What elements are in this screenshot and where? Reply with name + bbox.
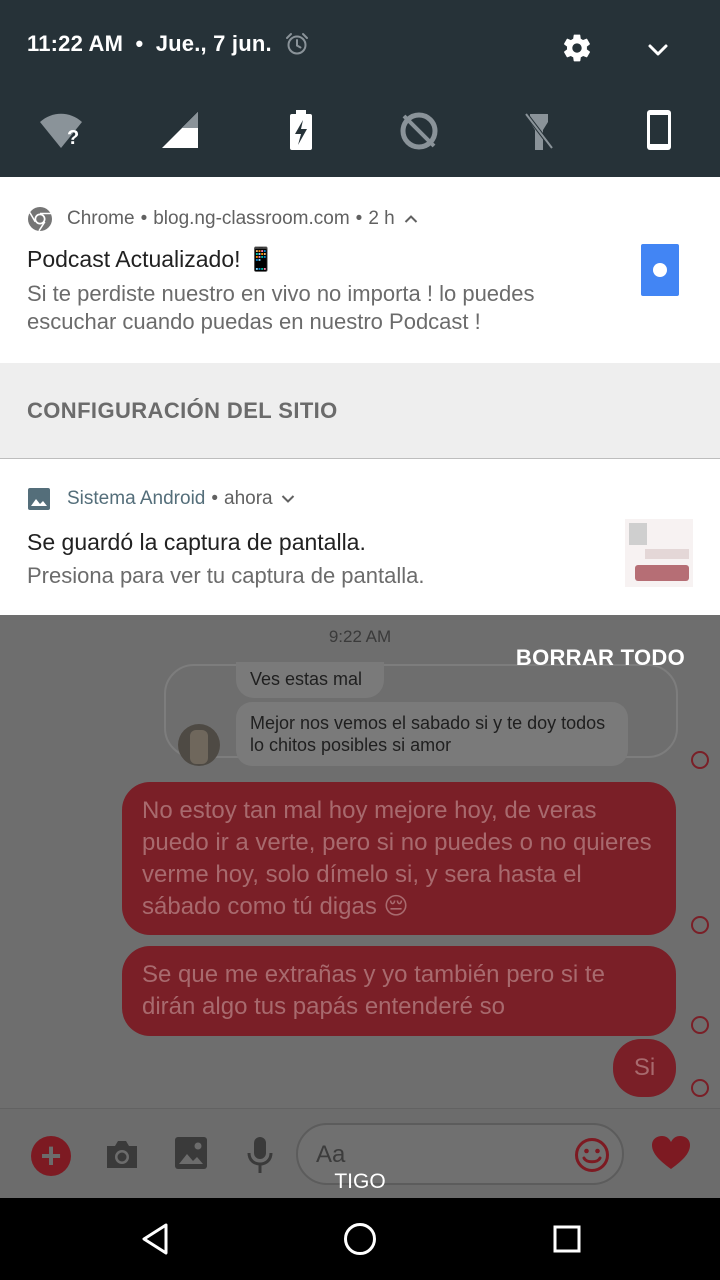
incoming-message: Mejor nos vemos el sabado si y te doy to… bbox=[236, 702, 628, 766]
expand-chevron-icon[interactable] bbox=[281, 494, 295, 504]
image-icon bbox=[28, 488, 50, 510]
microphone-icon[interactable] bbox=[246, 1136, 274, 1174]
flashlight-off-icon[interactable] bbox=[516, 108, 562, 154]
carrier-label: TIGO bbox=[334, 1170, 386, 1193]
chrome-icon bbox=[28, 207, 52, 232]
navigation-bar bbox=[0, 1198, 720, 1280]
emoji-icon[interactable] bbox=[574, 1137, 610, 1173]
site-settings-button[interactable]: CONFIGURACIÓN DEL SITIO bbox=[0, 363, 720, 459]
back-icon[interactable] bbox=[140, 1222, 170, 1256]
outgoing-message: Si bbox=[613, 1039, 676, 1097]
alarm-icon bbox=[286, 33, 308, 55]
svg-text:?: ? bbox=[67, 127, 79, 149]
gallery-icon[interactable] bbox=[174, 1136, 208, 1170]
notification-app-name: Sistema Android bbox=[67, 488, 206, 509]
settings-gear-icon[interactable] bbox=[561, 32, 593, 64]
cell-signal-icon[interactable] bbox=[158, 108, 204, 154]
notification-body: Si te perdiste nuestro en vivo no import… bbox=[27, 281, 535, 334]
screenshot-thumbnail bbox=[625, 519, 693, 587]
notification-app-name: Chrome bbox=[67, 208, 135, 229]
incoming-message: Ves estas mal bbox=[236, 662, 384, 698]
screenshot-notification[interactable]: Sistema Android • ahora Se guardó la cap… bbox=[0, 459, 720, 615]
heart-icon[interactable] bbox=[651, 1135, 691, 1171]
wifi-unknown-icon[interactable]: ? bbox=[38, 108, 84, 154]
recents-icon[interactable] bbox=[553, 1225, 581, 1253]
status-time: 11:22 AM bbox=[27, 31, 124, 56]
site-settings-label: CONFIGURACIÓN DEL SITIO bbox=[27, 398, 338, 423]
expand-chevron-icon[interactable] bbox=[646, 38, 670, 62]
phone-orientation-icon[interactable] bbox=[636, 108, 682, 154]
chat-timestamp: 9:22 AM bbox=[328, 627, 392, 646]
notification-title: Podcast Actualizado! 📱 bbox=[27, 246, 276, 272]
home-icon[interactable] bbox=[343, 1222, 377, 1256]
sent-status-icon bbox=[691, 1016, 709, 1034]
chrome-notification[interactable]: Chrome • blog.ng-classroom.com • 2 h Pod… bbox=[0, 177, 720, 363]
notification-header: Sistema Android • ahora bbox=[27, 487, 295, 511]
data-saver-icon[interactable] bbox=[396, 108, 442, 154]
notification-time: ahora bbox=[224, 488, 273, 509]
message-input-placeholder: Aa bbox=[316, 1141, 346, 1168]
notification-thumbnail bbox=[641, 244, 679, 296]
camera-icon[interactable] bbox=[103, 1136, 141, 1174]
notification-time: 2 h bbox=[368, 208, 395, 229]
notification-header: Chrome • blog.ng-classroom.com • 2 h bbox=[27, 206, 418, 232]
quick-settings-header: 11:22 AM • Jue., 7 jun. ? bbox=[0, 0, 720, 177]
battery-saver-icon[interactable] bbox=[278, 108, 324, 154]
sent-status-icon bbox=[691, 751, 709, 769]
quick-settings-tiles: ? bbox=[0, 108, 720, 154]
sent-status-icon bbox=[691, 916, 709, 934]
clear-all-button[interactable]: BORRAR TODO bbox=[516, 645, 685, 671]
status-date: Jue., 7 jun. bbox=[155, 31, 272, 56]
notification-body: Presiona para ver tu captura de pantalla… bbox=[27, 563, 425, 588]
notification-source: blog.ng-classroom.com bbox=[153, 208, 350, 229]
outgoing-message: Se que me extrañas y yo también pero si … bbox=[122, 946, 676, 1036]
outgoing-message: No estoy tan mal hoy mejore hoy, de vera… bbox=[122, 782, 676, 935]
status-datetime: 11:22 AM • Jue., 7 jun. bbox=[27, 31, 272, 56]
sent-status-icon bbox=[691, 1079, 709, 1097]
collapse-chevron-icon[interactable] bbox=[404, 214, 418, 224]
contact-avatar bbox=[178, 724, 220, 766]
notification-title: Se guardó la captura de pantalla. bbox=[27, 529, 366, 555]
